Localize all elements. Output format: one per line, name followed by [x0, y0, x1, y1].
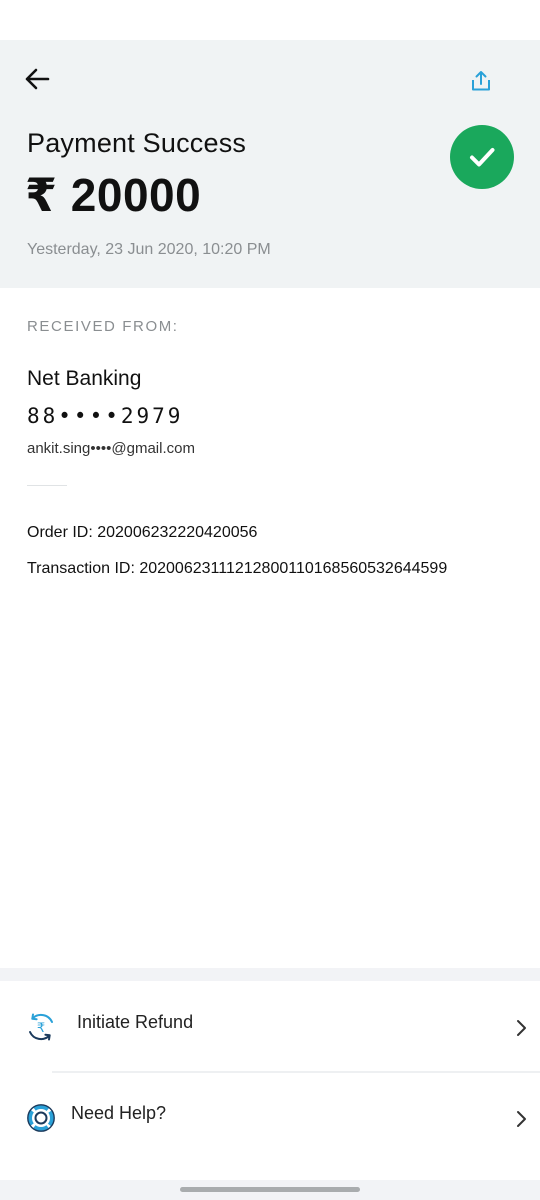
arrow-left-icon — [25, 68, 50, 90]
need-help-label: Need Help? — [71, 1103, 167, 1123]
payment-header: Payment Success ₹ 20000 Yesterday, 23 Ju… — [0, 40, 540, 288]
chevron-right-icon — [517, 1020, 526, 1036]
payment-detail-screen: Payment Success ₹ 20000 Yesterday, 23 Ju… — [0, 0, 540, 1200]
initiate-refund-label: Initiate Refund — [77, 1012, 194, 1032]
section-separator — [0, 968, 540, 981]
received-from-label: RECEIVED FROM: — [27, 318, 179, 335]
transaction-id: Transaction ID: 202006231112128001101685… — [27, 560, 448, 577]
need-help-button[interactable]: Need Help? — [0, 1073, 540, 1163]
payer-account-number: 88••••2979 — [27, 404, 184, 428]
share-button[interactable] — [464, 64, 498, 98]
payer-email: ankit.sing••••@gmail.com — [27, 440, 195, 457]
success-check-icon — [450, 125, 514, 189]
divider — [27, 485, 67, 486]
payer-name: Net Banking — [27, 367, 142, 390]
back-button[interactable] — [20, 62, 54, 96]
lifebuoy-icon — [24, 1101, 58, 1135]
status-bar — [0, 0, 540, 40]
svg-text:₹: ₹ — [37, 1021, 45, 1036]
order-id: Order ID: 202006232220420056 — [27, 524, 258, 541]
payment-datetime: Yesterday, 23 Jun 2020, 10:20 PM — [27, 241, 271, 258]
home-indicator[interactable] — [180, 1187, 360, 1192]
share-icon — [472, 71, 490, 91]
initiate-refund-button[interactable]: ₹ Initiate Refund — [0, 982, 540, 1072]
payment-amount: ₹ 20000 — [25, 169, 202, 221]
chevron-right-icon — [517, 1111, 526, 1127]
page-title: Payment Success — [27, 128, 247, 158]
rupee-refund-icon: ₹ — [24, 1010, 58, 1044]
